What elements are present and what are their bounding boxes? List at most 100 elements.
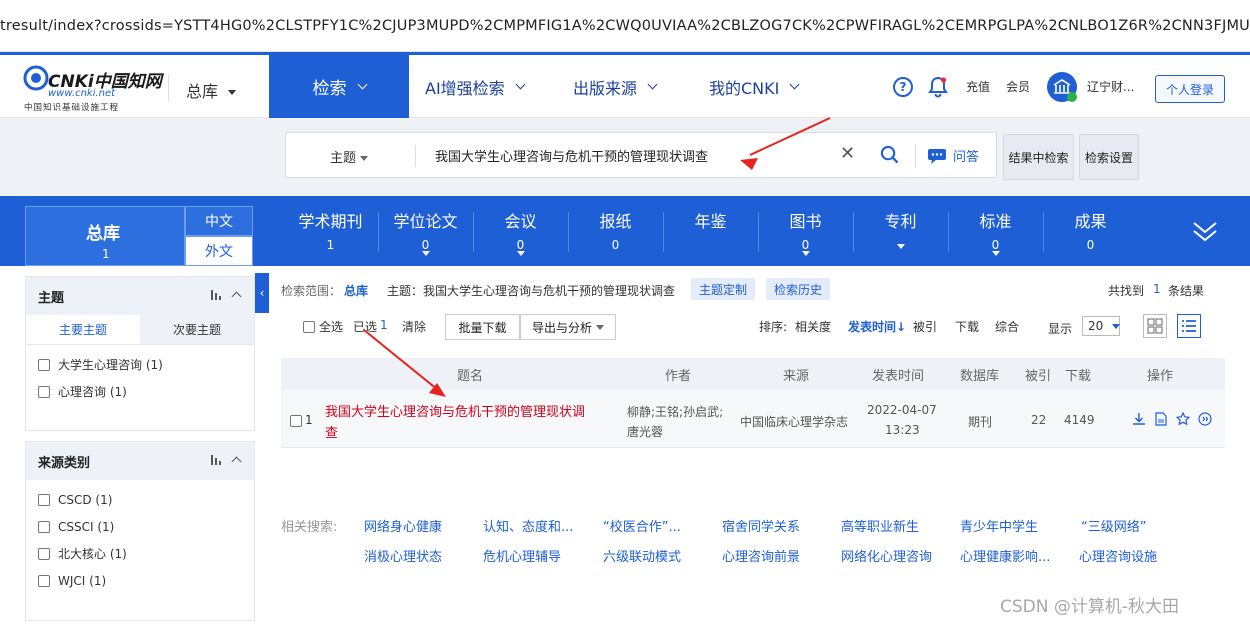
result-title-link[interactable]: 我国大学生心理咨询与危机干预的管理现状调	[325, 401, 585, 420]
checkbox[interactable]	[38, 358, 50, 371]
facet-item-label: WJCI (1)	[58, 573, 107, 588]
cnki-logo[interactable]: CNKi中国知网 www.cnki.net 中国知识基础设施工程	[22, 63, 162, 113]
result-title-link-cont[interactable]: 查	[325, 422, 338, 441]
quote-icon[interactable]	[1198, 412, 1212, 426]
select-all-label[interactable]: 全选	[319, 318, 343, 335]
db-tab-newspapers[interactable]: 报纸 0	[568, 208, 663, 258]
qa-button[interactable]: 问答	[927, 146, 979, 165]
related-link[interactable]: “校医合作”...	[603, 516, 681, 535]
sort-relevance[interactable]: 相关度	[795, 318, 831, 335]
db-main-count: 1	[102, 247, 110, 261]
expand-chevron-icon[interactable]	[1192, 218, 1218, 244]
nav-ai-search[interactable]: AI增强检索	[425, 55, 526, 118]
topic-custom-button[interactable]: 主题定制	[691, 278, 755, 300]
related-link[interactable]: 心理咨询前景	[722, 546, 800, 565]
member-link[interactable]: 会员	[1006, 55, 1030, 118]
related-link[interactable]: 心理咨询设施	[1079, 546, 1157, 565]
facet-item[interactable]: 心理咨询 (1)	[26, 378, 254, 405]
personal-login-button[interactable]: 个人登录	[1155, 75, 1225, 103]
chevron-up-icon[interactable]	[231, 456, 242, 467]
select-all-checkbox[interactable]	[303, 321, 315, 333]
notification-button[interactable]	[928, 55, 948, 118]
search-icon[interactable]	[880, 145, 899, 164]
search-settings-button[interactable]: 检索设置	[1079, 134, 1139, 180]
checkbox[interactable]	[38, 574, 50, 587]
nav-my-cnki[interactable]: 我的CNKI	[709, 55, 800, 118]
db-tab-journals[interactable]: 学术期刊 1	[283, 208, 378, 258]
result-authors[interactable]: 柳静;王铭;孙启武;	[627, 403, 723, 420]
db-tab-standards[interactable]: 标准 0	[948, 208, 1043, 258]
col-title: 题名	[457, 369, 484, 384]
clear-icon[interactable]: ✕	[840, 143, 855, 164]
related-link[interactable]: 宿舍同学关系	[722, 516, 800, 535]
export-analysis-button[interactable]: 导出与分析	[520, 314, 616, 340]
db-tab-books[interactable]: 图书 0	[758, 208, 853, 258]
address-bar[interactable]: tresult/index?crossids=YSTT4HG0%2CLSTPFY…	[0, 0, 1250, 52]
html-read-icon[interactable]	[1154, 412, 1168, 426]
sort-overall[interactable]: 综合	[995, 318, 1019, 335]
related-link[interactable]: 危机心理辅导	[483, 546, 561, 565]
clear-selection-link[interactable]: 清除	[402, 318, 426, 335]
chart-bars-icon[interactable]	[211, 454, 223, 465]
chart-bars-icon[interactable]	[211, 289, 223, 300]
search-within-results-button[interactable]: 结果中检索	[1003, 134, 1074, 180]
related-link[interactable]: 心理健康影响...	[960, 546, 1050, 565]
search-area: 主题 我国大学生心理咨询与危机干预的管理现状调查 ✕ 问答 结果中检索 检索设置	[0, 118, 1250, 196]
per-page-select[interactable]: 20	[1082, 316, 1121, 336]
db-tab-patents[interactable]: 专利	[853, 208, 948, 258]
collapse-sidebar-button[interactable]: ‹	[255, 273, 269, 313]
facet-source-header[interactable]: 来源类别	[26, 442, 254, 480]
search-field-select[interactable]: 主题	[330, 147, 369, 166]
nav-search[interactable]: 检索	[269, 55, 409, 118]
related-link[interactable]: 消极心理状态	[364, 546, 442, 565]
search-input[interactable]: 我国大学生心理咨询与危机干预的管理现状调查	[435, 146, 708, 165]
list-view-icon[interactable]	[1177, 314, 1201, 338]
db-tab-achievements[interactable]: 成果 0	[1043, 208, 1138, 258]
checkbox[interactable]	[38, 493, 50, 506]
checkbox[interactable]	[38, 547, 50, 560]
lang-foreign-button[interactable]: 外文	[185, 236, 253, 266]
result-cited[interactable]: 22	[1031, 413, 1046, 427]
nav-publication-source[interactable]: 出版来源	[573, 55, 658, 118]
facet-item[interactable]: 北大核心 (1)	[26, 540, 254, 567]
db-tab-yearbooks[interactable]: 年鉴	[663, 208, 758, 258]
db-tab-all[interactable]: 总库 1	[25, 206, 185, 266]
facet-topic-header[interactable]: 主题	[26, 277, 254, 315]
sort-cited[interactable]: 被引	[913, 318, 937, 335]
favorite-star-icon[interactable]	[1176, 412, 1190, 426]
row-checkbox[interactable]	[290, 415, 302, 427]
download-icon[interactable]	[1132, 412, 1146, 426]
help-button[interactable]: ?	[893, 55, 913, 118]
lang-chinese-button[interactable]: 中文	[185, 206, 253, 236]
search-history-button[interactable]: 检索历史	[766, 278, 830, 300]
related-link[interactable]: 认知、态度和...	[483, 516, 573, 535]
institution-account[interactable]: 辽宁财...	[1046, 55, 1134, 118]
sort-downloads[interactable]: 下载	[955, 318, 979, 335]
related-link[interactable]: 网络化心理咨询	[841, 546, 932, 565]
related-link[interactable]: 高等职业新生	[841, 516, 919, 535]
facet-item[interactable]: 大学生心理咨询 (1)	[26, 351, 254, 378]
checkbox[interactable]	[38, 385, 50, 398]
chevron-up-icon[interactable]	[231, 291, 242, 302]
db-tab-theses[interactable]: 学位论文 0	[378, 208, 473, 258]
logo-tagline: 中国知识基础设施工程	[24, 103, 120, 113]
tab-sub-topic[interactable]: 次要主题	[140, 315, 254, 344]
library-switch[interactable]: 总库	[186, 78, 237, 102]
checkbox[interactable]	[38, 520, 50, 533]
db-tab-conferences[interactable]: 会议 0	[473, 208, 568, 258]
related-link[interactable]: “三级网络”	[1081, 516, 1146, 535]
batch-download-button[interactable]: 批量下载	[445, 314, 520, 340]
scope-library[interactable]: 总库	[344, 282, 368, 299]
facet-item[interactable]: WJCI (1)	[26, 567, 254, 594]
tab-main-topic[interactable]: 主要主题	[26, 315, 140, 344]
related-link[interactable]: 青少年中学生	[960, 516, 1038, 535]
grid-view-icon[interactable]	[1143, 314, 1167, 338]
facet-item[interactable]: CSSCI (1)	[26, 513, 254, 540]
facet-item[interactable]: CSCD (1)	[26, 486, 254, 513]
related-link[interactable]: 网络身心健康	[364, 516, 442, 535]
recharge-link[interactable]: 充值	[966, 55, 990, 118]
related-link[interactable]: 六级联动模式	[603, 546, 681, 565]
result-source[interactable]: 中国临床心理学杂志	[740, 413, 848, 430]
sort-date[interactable]: 发表时间↓	[848, 318, 906, 335]
result-authors-cont[interactable]: 唐光蓉	[627, 423, 663, 440]
